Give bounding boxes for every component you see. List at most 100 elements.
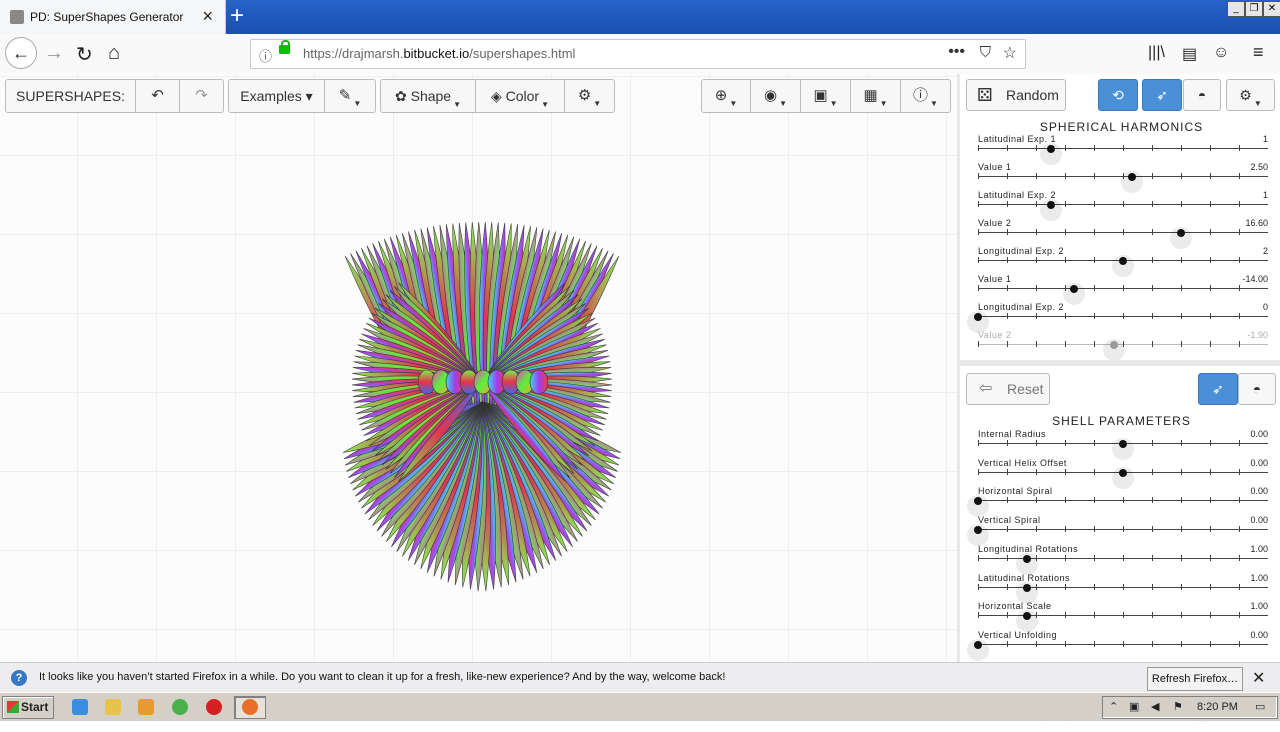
screen-icon: ▣ — [813, 87, 828, 104]
supershape-render[interactable] — [0, 74, 957, 662]
slider-ticks — [978, 640, 1268, 647]
firefox-task-button[interactable] — [234, 696, 266, 719]
flag-icon[interactable]: ⚑ — [1173, 700, 1183, 713]
slider-knob[interactable] — [967, 495, 989, 518]
slider-value: 1.00 — [1250, 601, 1268, 612]
volume-icon[interactable]: ◀ — [1151, 700, 1159, 713]
app-toolbar-view: ⊕ ▼ ◉ ▼ ▣ ▼ ▦ ▼ ⓘ ▼ — [701, 79, 951, 113]
minimize-button[interactable]: _ — [1227, 1, 1245, 17]
restore-button[interactable]: ❐ — [1245, 1, 1263, 17]
slider-label: Value 2 — [978, 330, 1012, 340]
slider-knob[interactable] — [967, 524, 989, 547]
slider-row: Internal Radius 0.00 — [978, 429, 1268, 460]
question-icon: ? — [11, 670, 27, 686]
pocket-icon[interactable]: ⛉ — [980, 44, 991, 61]
rabbit-icon: ➶ — [1156, 87, 1168, 103]
camera-target-button[interactable]: ⊕ ▼ — [702, 80, 751, 112]
reset-button[interactable]: ⇦ Reset — [966, 373, 1050, 405]
secure-lock-icon[interactable] — [279, 40, 290, 54]
new-tab-icon[interactable]: + — [230, 2, 244, 30]
slider-knob[interactable] — [1016, 552, 1039, 575]
slider-value: 1.00 — [1250, 572, 1268, 583]
undo-button[interactable]: ↶ — [136, 80, 180, 112]
settings-dropdown[interactable]: ⚙ ▼ — [565, 80, 614, 112]
url-bar[interactable]: ⓘ https://drajmarsh.bitbucket.io/supersh… — [250, 39, 1026, 69]
chrome-icon[interactable] — [172, 699, 188, 715]
page-actions-icon[interactable]: ••• — [948, 43, 965, 61]
slider-knob[interactable] — [1016, 610, 1039, 633]
library-icon[interactable]: |||\ — [1148, 44, 1165, 62]
display-button[interactable]: ▣ ▼ — [801, 80, 851, 112]
crosshair-icon: ⊕ — [714, 87, 728, 104]
shape-dropdown[interactable]: ✿ Shape▼ — [381, 80, 476, 112]
redo-button[interactable]: ↷ — [180, 80, 223, 112]
rabbit-icon: ➶ — [1212, 381, 1224, 397]
slider-knob[interactable] — [1112, 466, 1134, 489]
spherical-harmonics-title: SPHERICAL HARMONICS — [1039, 120, 1204, 134]
slider-value: 16.60 — [1245, 218, 1268, 228]
bookmark-star-icon[interactable]: ☆ — [1003, 43, 1017, 63]
tray-arrow-icon[interactable]: ⌃ — [1109, 700, 1118, 713]
window-close-button[interactable]: ✕ — [1263, 1, 1280, 17]
slider-label: Value 1 — [978, 162, 1012, 172]
shell-fast-mode-button[interactable]: ➶ — [1198, 373, 1238, 405]
show-desktop-icon[interactable]: ▭ — [1255, 700, 1265, 713]
slider-label: Vertical Spiral — [978, 515, 1041, 526]
notification-close-icon[interactable]: ✕ — [1252, 668, 1265, 688]
slider-knob[interactable] — [1112, 438, 1134, 460]
slider-knob[interactable] — [967, 638, 989, 661]
slider-knob[interactable] — [1016, 581, 1039, 604]
3d-viewport[interactable]: SUPERSHAPES: ↶ ↷ Examples ▾ ✎ ▼ ✿ Shape▼ … — [0, 74, 957, 662]
sidebar-icon[interactable]: ▤ — [1182, 44, 1197, 64]
start-button[interactable]: Start — [2, 696, 54, 719]
app-area: SUPERSHAPES: ↶ ↷ Examples ▾ ✎ ▼ ✿ Shape▼ … — [0, 74, 1280, 731]
back-icon[interactable]: ← — [5, 37, 37, 69]
network-icon[interactable]: ▣ — [1129, 700, 1139, 713]
app-label: SUPERSHAPES: — [6, 80, 136, 112]
info-button[interactable]: ⓘ ▼ — [901, 80, 950, 112]
explorer-icon[interactable] — [105, 699, 121, 715]
site-info-icon[interactable]: ⓘ — [259, 46, 272, 65]
random-button[interactable]: ⚄ Random — [966, 79, 1066, 111]
color-dropdown[interactable]: ◈ Color▼ — [476, 80, 565, 112]
slider-value: 0.00 — [1250, 486, 1268, 497]
slow-mode-button[interactable]: ◓ — [1183, 79, 1221, 111]
app-toolbar-left: SUPERSHAPES: ↶ ↷ — [5, 79, 224, 113]
panel-settings-button[interactable]: ⚙▼ — [1226, 79, 1275, 111]
slider-label: Longitudinal Exp. 2 — [978, 246, 1065, 256]
slider-knob[interactable] — [1103, 339, 1126, 361]
notification-bar: ? It looks like you haven’t started Fire… — [0, 662, 1280, 693]
home-icon[interactable]: ⌂ — [108, 42, 120, 65]
refresh-firefox-button[interactable]: Refresh Firefox… — [1147, 667, 1243, 691]
examples-label: Examples — [240, 88, 302, 104]
forward-icon[interactable]: → — [44, 42, 64, 65]
fast-mode-button[interactable]: ➶ — [1142, 79, 1182, 111]
orbit-mode-button[interactable]: ⟲ — [1098, 79, 1138, 111]
shell-slow-mode-button[interactable]: ◓ — [1238, 373, 1276, 405]
slider-row: Vertical Spiral 0.00 — [967, 515, 1268, 547]
opera-icon[interactable] — [206, 699, 222, 715]
mesh-button[interactable]: ▦ ▼ — [851, 80, 901, 112]
slider-row: Longitudinal Rotations 1.00 — [978, 543, 1268, 575]
slider-label: Vertical Helix Offset — [978, 457, 1067, 468]
slider-row: Longitudinal Exp. 2 2 — [978, 246, 1268, 277]
slider-value: 0.00 — [1250, 629, 1268, 640]
media-player-icon[interactable] — [138, 699, 154, 715]
browser-tab[interactable]: PD: SuperShapes Generator × — [0, 0, 226, 34]
tab-title: PD: SuperShapes Generator — [30, 10, 184, 24]
tab-close-icon[interactable]: × — [202, 6, 213, 27]
slider-value: 1 — [1262, 134, 1268, 144]
account-icon[interactable]: ☺ — [1213, 44, 1229, 62]
view-options-button[interactable]: ◉ ▼ — [751, 80, 801, 112]
examples-dropdown[interactable]: Examples ▾ — [229, 80, 325, 112]
reload-icon[interactable]: ↻ — [76, 42, 93, 67]
slider-label: Horizontal Scale — [978, 601, 1052, 612]
ie-icon[interactable] — [72, 699, 88, 715]
pen-tool-button[interactable]: ✎ ▼ — [325, 80, 375, 112]
eye-icon: ◉ — [763, 87, 778, 104]
slider-value: 1.00 — [1250, 543, 1268, 554]
notification-message: It looks like you haven’t started Firefo… — [39, 671, 726, 683]
slider-value: 1 — [1262, 190, 1268, 200]
menu-icon[interactable]: ≡ — [1253, 42, 1264, 63]
url-text[interactable]: https://drajmarsh.bitbucket.io/supershap… — [303, 46, 575, 61]
